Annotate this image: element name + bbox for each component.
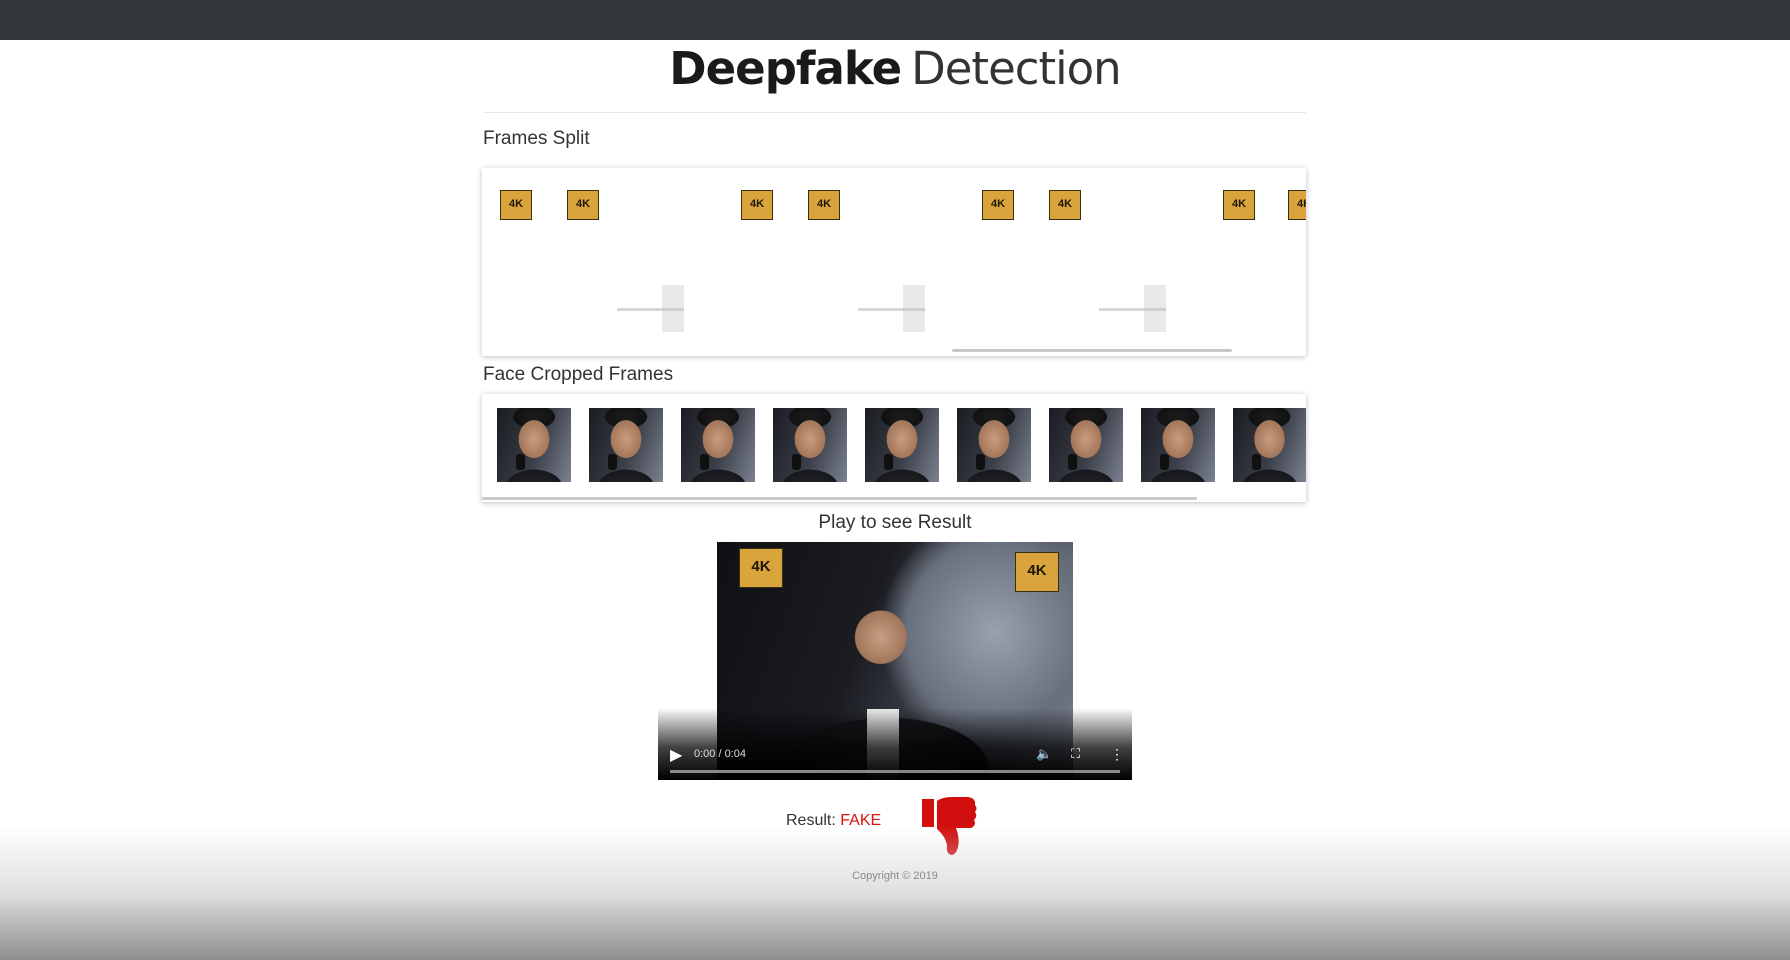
frames-split-label: Frames Split [483, 128, 590, 149]
play-icon[interactable]: ▶ [670, 746, 690, 766]
frame-4k-badge: 4K [1049, 190, 1081, 220]
face-crop-mic [884, 453, 894, 471]
face-crop-mic [792, 453, 802, 471]
frame-thumbnail: 4K [1278, 184, 1306, 332]
title-divider [484, 112, 1306, 113]
frame-subtitle [617, 308, 684, 312]
frame-thumbnail: 4K 4K [555, 184, 777, 332]
frames-split-strip[interactable]: 4K 4K 4K 4K 4K 4K 4K 4K [482, 168, 1306, 356]
page-title: Deepfake Detection [0, 42, 1790, 95]
bottom-fade-overlay [0, 826, 1790, 960]
face-crop-thumbnail [957, 408, 1031, 482]
face-cropped-strip[interactable] [482, 394, 1306, 502]
face-crop-mic [1068, 453, 1078, 471]
volume-icon[interactable]: 🔈 [1036, 746, 1052, 762]
face-crop-mic [1160, 453, 1170, 471]
face-crop-thumbnail [1141, 408, 1215, 482]
fullscreen-icon[interactable]: ⛶ [1071, 746, 1080, 762]
video-player[interactable]: 4K 4K ▶ 0:00 / 0:04 🔈 ⛶ ⋮ [658, 542, 1132, 780]
video-progress-bar[interactable] [670, 770, 1120, 773]
face-cropped-scrollbar[interactable] [482, 497, 1197, 500]
frame-4k-badge: 4K [982, 190, 1014, 220]
face-crop-mic [608, 453, 618, 471]
frame-4k-badge: 4K [500, 190, 532, 220]
face-crop-mic [976, 453, 986, 471]
page-title-light: Detection [911, 42, 1122, 95]
face-crop-thumbnail [773, 408, 847, 482]
face-crop-mic [700, 453, 710, 471]
face-crop-thumbnail [1233, 408, 1306, 482]
frame-4k-badge: 4K [741, 190, 773, 220]
copyright-text: Copyright © 2019 [852, 870, 938, 882]
frame-4k-badge: 4K [808, 190, 840, 220]
frame-thumbnail: 4K 4K [1037, 184, 1259, 332]
frame-4k-badge: 4K [567, 190, 599, 220]
frame-thumbnail: 4K [482, 184, 536, 332]
frame-4k-badge: 4K [1223, 190, 1255, 220]
more-options-icon[interactable]: ⋮ [1110, 746, 1124, 763]
frame-4k-badge: 4K [1288, 190, 1306, 220]
page-title-bold: Deepfake [669, 42, 902, 95]
face-crop-mic [516, 453, 526, 471]
face-crop-thumbnail [681, 408, 755, 482]
face-crop-thumbnail [1049, 408, 1123, 482]
play-to-see-result-label: Play to see Result [818, 512, 972, 533]
video-time: 0:00 / 0:04 [694, 748, 746, 760]
browser-top-bar [0, 0, 1790, 40]
frame-subtitle [1099, 308, 1166, 312]
face-crop-thumbnail [865, 408, 939, 482]
face-cropped-label: Face Cropped Frames [483, 364, 674, 385]
frame-subtitle [858, 308, 925, 312]
face-crop-thumbnail [497, 408, 571, 482]
frames-split-scrollbar[interactable] [952, 349, 1232, 352]
video-4k-badge-left: 4K [739, 548, 783, 588]
face-crop-thumbnail [589, 408, 663, 482]
video-4k-badge-right: 4K [1015, 552, 1059, 592]
face-crop-mic [1251, 453, 1261, 471]
frame-thumbnail: 4K 4K [796, 184, 1018, 332]
video-controls-bar: ▶ 0:00 / 0:04 🔈 ⛶ ⋮ [658, 708, 1132, 780]
